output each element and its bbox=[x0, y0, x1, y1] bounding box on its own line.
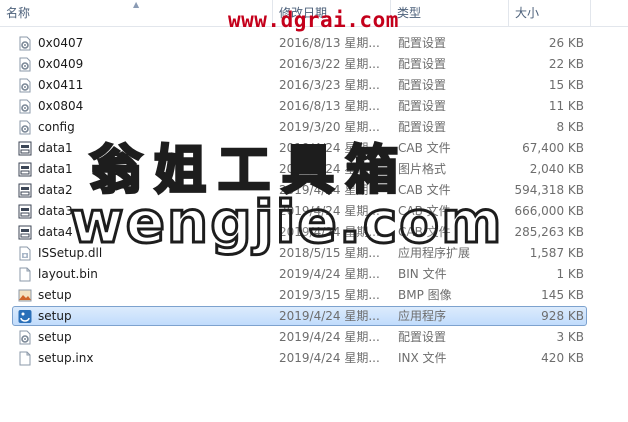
watermark-url: www.dgrai.com bbox=[228, 8, 399, 32]
bmp-image-icon bbox=[18, 288, 32, 303]
file-type: 配置设置 bbox=[398, 57, 447, 71]
file-size: 666,000 KB bbox=[514, 204, 584, 218]
file-type: 应用程序 bbox=[398, 309, 447, 323]
config-gear-icon bbox=[18, 78, 32, 93]
cab-archive-icon bbox=[18, 183, 32, 198]
file-size: 145 KB bbox=[541, 288, 584, 302]
file-type: INX 文件 bbox=[398, 351, 447, 365]
file-size: 420 KB bbox=[541, 351, 584, 365]
file-type: 配置设置 bbox=[398, 330, 447, 344]
file-name: config bbox=[38, 120, 75, 134]
file-date: 2019/4/24 星期... bbox=[279, 351, 380, 365]
file-size: 928 KB bbox=[541, 309, 584, 323]
file-name: data2 bbox=[38, 183, 73, 197]
file-size: 67,400 KB bbox=[522, 141, 584, 155]
file-date: 2016/3/22 星期... bbox=[279, 57, 380, 71]
file-size: 15 KB bbox=[548, 78, 584, 92]
column-header-name-label: 名称 bbox=[6, 6, 31, 20]
file-name: setup.inx bbox=[38, 351, 94, 365]
file-size: 594,318 KB bbox=[514, 183, 584, 197]
cab-archive-icon bbox=[18, 225, 32, 240]
config-gear-icon bbox=[18, 57, 32, 72]
config-gear-icon bbox=[18, 120, 32, 135]
config-gear-icon bbox=[18, 330, 32, 345]
file-date: 2019/3/15 星期... bbox=[279, 288, 380, 302]
dll-file-icon bbox=[18, 246, 32, 261]
file-date: 2016/8/13 星期... bbox=[279, 36, 380, 50]
column-header-type[interactable]: 类型 bbox=[391, 0, 509, 26]
file-row[interactable]: 0x0407 2016/8/13 星期... 配置设置 26 KB bbox=[0, 33, 628, 54]
config-gear-icon bbox=[18, 99, 32, 114]
file-row[interactable]: layout.bin 2019/4/24 星期... BIN 文件 1 KB bbox=[0, 264, 628, 285]
file-date: 2016/3/23 星期... bbox=[279, 78, 380, 92]
file-row[interactable]: setup 2019/4/24 星期... 配置设置 3 KB bbox=[0, 327, 628, 348]
blank-file-icon bbox=[18, 267, 32, 282]
file-row[interactable]: setup 2019/3/15 星期... BMP 图像 145 KB bbox=[0, 285, 628, 306]
column-header-size-label: 大小 bbox=[515, 6, 540, 20]
file-date: 2016/8/13 星期... bbox=[279, 99, 380, 113]
file-name: layout.bin bbox=[38, 267, 98, 281]
file-row-selected[interactable]: setup 2019/4/24 星期... 应用程序 928 KB bbox=[0, 306, 628, 327]
file-name: 0x0409 bbox=[38, 57, 84, 71]
file-date: 2019/4/24 星期... bbox=[279, 330, 380, 344]
file-name: setup bbox=[38, 330, 72, 344]
file-size: 11 KB bbox=[548, 99, 584, 113]
file-name: data1 bbox=[38, 162, 73, 176]
file-size: 1,587 KB bbox=[529, 246, 584, 260]
column-header-type-label: 类型 bbox=[397, 6, 422, 20]
file-row[interactable]: 0x0409 2016/3/22 星期... 配置设置 22 KB bbox=[0, 54, 628, 75]
file-size: 26 KB bbox=[548, 36, 584, 50]
file-name: data1 bbox=[38, 141, 73, 155]
column-header-size[interactable]: 大小 bbox=[509, 0, 591, 26]
file-size: 22 KB bbox=[548, 57, 584, 71]
setup-app-icon bbox=[18, 309, 32, 324]
file-size: 8 KB bbox=[556, 120, 584, 134]
cab-archive-icon bbox=[18, 204, 32, 219]
watermark-english: wengjie.com bbox=[69, 187, 504, 258]
file-date: 2019/4/24 星期... bbox=[279, 267, 380, 281]
file-size: 2,040 KB bbox=[529, 162, 584, 176]
file-name: setup bbox=[38, 309, 72, 323]
file-name: 0x0407 bbox=[38, 36, 84, 50]
file-type: 配置设置 bbox=[398, 99, 447, 113]
file-row[interactable]: 0x0411 2016/3/23 星期... 配置设置 15 KB bbox=[0, 75, 628, 96]
file-name: data3 bbox=[38, 204, 73, 218]
cab-archive-icon bbox=[18, 141, 32, 156]
file-date: 2019/4/24 星期... bbox=[279, 309, 380, 323]
file-size: 285,263 KB bbox=[514, 225, 584, 239]
file-size: 1 KB bbox=[556, 267, 584, 281]
file-name: 0x0411 bbox=[38, 78, 84, 92]
sort-up-arrow-icon: ▲ bbox=[133, 0, 140, 9]
file-row[interactable]: 0x0804 2016/8/13 星期... 配置设置 11 KB bbox=[0, 96, 628, 117]
file-type: 配置设置 bbox=[398, 78, 447, 92]
file-type: BMP 图像 bbox=[398, 288, 452, 302]
file-name: 0x0804 bbox=[38, 99, 84, 113]
file-type: 配置设置 bbox=[398, 36, 447, 50]
file-name: setup bbox=[38, 288, 72, 302]
file-size: 3 KB bbox=[556, 330, 584, 344]
config-gear-icon bbox=[18, 36, 32, 51]
file-type: BIN 文件 bbox=[398, 267, 447, 281]
file-name: data4 bbox=[38, 225, 73, 239]
blank-file-icon bbox=[18, 351, 32, 366]
file-row[interactable]: setup.inx 2019/4/24 星期... INX 文件 420 KB bbox=[0, 348, 628, 369]
cab-archive-icon bbox=[18, 162, 32, 177]
